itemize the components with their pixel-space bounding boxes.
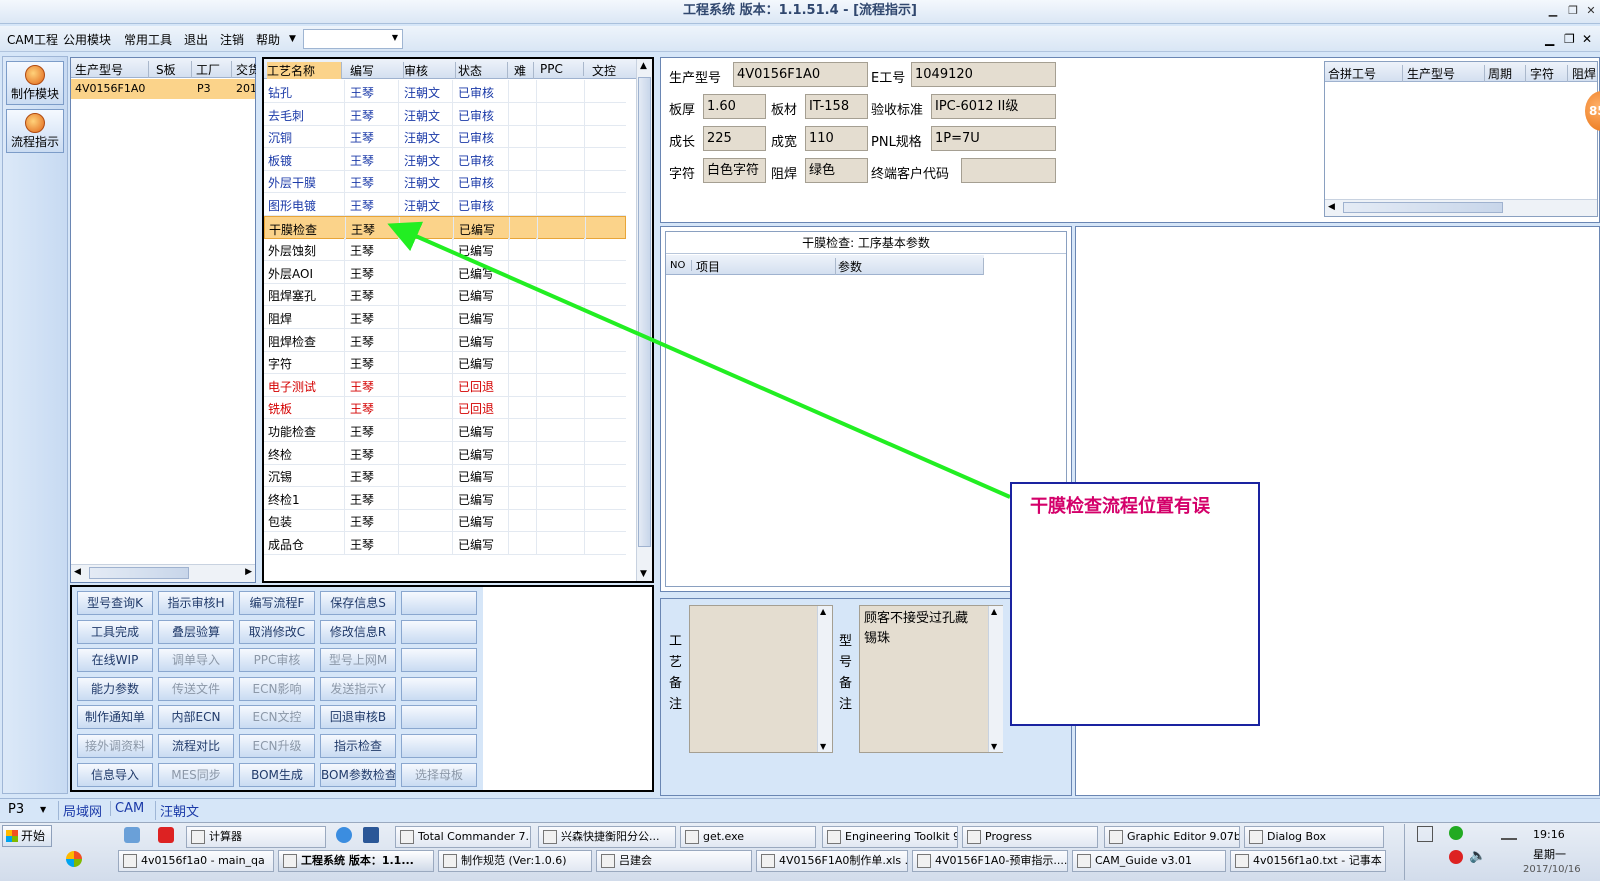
app-icon bbox=[917, 854, 931, 868]
app-icon bbox=[283, 854, 297, 868]
arrow-line bbox=[387, 221, 1011, 499]
app-icon bbox=[543, 830, 557, 844]
taskbar-button[interactable]: Engineering Toolkit 9... bbox=[822, 826, 958, 848]
volume-icon[interactable]: 🔈 bbox=[1469, 848, 1486, 864]
taskbar: 开始 🔈 19:16 星期一 2017/10/16 计算器 Total Comma… bbox=[0, 822, 1600, 881]
app-icon bbox=[123, 854, 137, 868]
taskbar-button-label: 兴森快捷衡阳分公... bbox=[561, 830, 660, 843]
taskbar-button-label: Graphic Editor 9.07b... bbox=[1127, 830, 1240, 843]
taskbar-button-label: 吕建会 bbox=[619, 854, 652, 867]
taskbar-button[interactable]: 4V0156F1A0-预审指示.... bbox=[912, 850, 1068, 872]
app-icon bbox=[685, 830, 699, 844]
start-button[interactable]: 开始 bbox=[2, 825, 52, 847]
taskbar-button-label: get.exe bbox=[703, 830, 745, 843]
app-icon bbox=[191, 830, 205, 844]
taskbar-button-label: 计算器 bbox=[209, 830, 242, 843]
taskbar-button[interactable]: 吕建会 bbox=[596, 850, 752, 872]
status-cam: CAM bbox=[110, 801, 144, 816]
taskbar-button[interactable]: 制作规范 (Ver:1.0.6) bbox=[438, 850, 592, 872]
app-icon bbox=[400, 830, 414, 844]
taskbar-button-label: Total Commander 7.... bbox=[418, 830, 531, 843]
system-tray: 🔈 19:16 星期一 2017/10/16 bbox=[1404, 824, 1600, 880]
clock-time[interactable]: 19:16 bbox=[1533, 828, 1565, 841]
taskbar-button-label: CAM_Guide v3.01 bbox=[1095, 854, 1192, 867]
ie-icon[interactable] bbox=[336, 827, 352, 843]
annotation-text: 干膜检查流程位置有误 bbox=[1030, 496, 1210, 517]
taskbar-button[interactable]: CAM_Guide v3.01 bbox=[1072, 850, 1226, 872]
clock-date: 2017/10/16 bbox=[1523, 864, 1581, 875]
desktop-icon[interactable] bbox=[124, 827, 140, 843]
taskbar-button[interactable]: 4V0156F1A0制作单.xls ... bbox=[756, 850, 908, 872]
taskbar-button-label: 4V0156F1A0-预审指示.... bbox=[935, 854, 1068, 867]
taskbar-button[interactable]: 计算器 bbox=[186, 826, 326, 848]
app-icon bbox=[1235, 854, 1249, 868]
taskbar-button-label: 4V0156F1A0制作单.xls ... bbox=[779, 854, 908, 867]
taskbar-button[interactable]: Total Commander 7.... bbox=[395, 826, 531, 848]
taskbar-button[interactable]: get.exe bbox=[680, 826, 816, 848]
app-icon bbox=[443, 854, 457, 868]
clock-day: 星期一 bbox=[1533, 848, 1566, 861]
taskbar-button-label: Progress bbox=[985, 830, 1032, 843]
status-network: 局域网 bbox=[58, 801, 102, 820]
taskbar-button[interactable]: 兴森快捷衡阳分公... bbox=[538, 826, 676, 848]
app-icon bbox=[1077, 854, 1091, 868]
annotation-box: 干膜检查流程位置有误 bbox=[1010, 482, 1260, 726]
taskbar-button-label: Dialog Box bbox=[1267, 830, 1326, 843]
pdf-icon[interactable] bbox=[158, 827, 174, 843]
taskbar-button-label: 工程系统 版本：1.1... bbox=[301, 854, 414, 867]
app-icon bbox=[1249, 830, 1263, 844]
taskbar-button[interactable]: Dialog Box bbox=[1244, 826, 1384, 848]
word-icon[interactable] bbox=[363, 827, 379, 843]
taskbar-button-label: Engineering Toolkit 9... bbox=[845, 830, 957, 843]
tray-antivirus-icon[interactable] bbox=[1449, 850, 1463, 864]
taskbar-button[interactable]: 4v0156f1a0.txt - 记事本 bbox=[1230, 850, 1386, 872]
windows-icon bbox=[6, 830, 18, 842]
taskbar-button[interactable]: 工程系统 版本：1.1... bbox=[278, 850, 434, 872]
app-icon bbox=[601, 854, 615, 868]
taskbar-button[interactable]: 4v0156f1a0 - main_qa bbox=[118, 850, 274, 872]
quicklaunch-icon[interactable] bbox=[66, 851, 82, 867]
chevron-down-icon[interactable]: ▼ bbox=[40, 805, 46, 814]
taskbar-button-label: 4v0156f1a0.txt - 记事本 bbox=[1253, 854, 1382, 867]
network-icon[interactable] bbox=[1501, 828, 1517, 840]
app-icon bbox=[967, 830, 981, 844]
taskbar-button[interactable]: Progress bbox=[962, 826, 1098, 848]
tray-monitor-icon[interactable] bbox=[1417, 826, 1433, 842]
taskbar-button[interactable]: Graphic Editor 9.07b... bbox=[1104, 826, 1240, 848]
status-user: 汪朝文 bbox=[155, 801, 199, 820]
annotation-arrow bbox=[387, 221, 1011, 499]
status-bar: P3 ▼ 局域网 CAM 汪朝文 bbox=[0, 798, 1600, 820]
taskbar-button-label: 4v0156f1a0 - main_qa bbox=[141, 854, 265, 867]
app-icon bbox=[1109, 830, 1123, 844]
tray-app-icon[interactable] bbox=[1449, 826, 1463, 840]
app-icon bbox=[827, 830, 841, 844]
plant-selector[interactable]: P3 bbox=[8, 802, 24, 817]
taskbar-button-label: 制作规范 (Ver:1.0.6) bbox=[461, 854, 567, 867]
app-icon bbox=[761, 854, 775, 868]
